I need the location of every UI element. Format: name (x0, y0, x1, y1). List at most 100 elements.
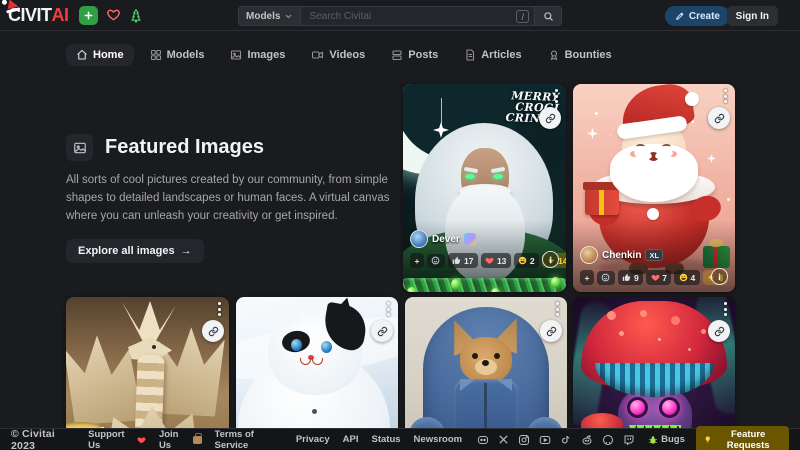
feature-requests-button[interactable]: Feature Requests (696, 426, 789, 450)
red-gift-box (585, 188, 619, 215)
card-menu-button[interactable] (724, 89, 727, 103)
bugs-link[interactable]: Bugs (648, 434, 685, 445)
tab-images[interactable]: Images (220, 44, 295, 66)
dragon-eye (152, 345, 156, 349)
main-nav: Home Models Images Videos Posts Articles… (66, 44, 622, 66)
copy-link-button[interactable] (202, 320, 224, 342)
dog-eye (472, 353, 478, 359)
discord-icon[interactable] (477, 434, 489, 446)
footer-link-join-us[interactable]: Join Us (159, 429, 202, 450)
footer-link-support-us[interactable]: Support Us (88, 429, 146, 450)
footer-link-privacy[interactable]: Privacy (296, 434, 330, 445)
image-card-cute-santa[interactable]: Chenkin XL + 9 7 4 8 i (573, 84, 735, 292)
santa-hat-pom (685, 92, 699, 106)
search-input[interactable] (301, 7, 516, 25)
copy-link-button[interactable] (708, 320, 730, 342)
copy-link-button[interactable] (371, 320, 393, 342)
youtube-icon[interactable] (539, 434, 551, 446)
article-document-icon (464, 49, 476, 61)
reaction-heart[interactable]: 7 (646, 270, 671, 285)
blue-eye (321, 341, 332, 353)
footer-link-terms[interactable]: Terms of Service (215, 429, 283, 450)
copy-link-button[interactable] (540, 320, 562, 342)
tiktok-icon[interactable] (560, 434, 572, 446)
card-menu-button[interactable] (555, 89, 558, 103)
quick-add-button[interactable] (79, 6, 98, 25)
dog-eye (494, 353, 500, 359)
card-menu-button[interactable] (556, 302, 559, 316)
holiday-tree-button[interactable] (129, 8, 143, 23)
create-button[interactable]: Create (665, 6, 730, 26)
link-icon (714, 113, 725, 124)
creator-row[interactable]: Dever (410, 230, 476, 248)
reddit-icon[interactable] (581, 434, 593, 446)
reaction-heart[interactable]: 13 (481, 253, 511, 268)
tab-label: Images (247, 49, 285, 61)
username: Dever (432, 234, 460, 245)
social-links (477, 434, 635, 446)
footer: © Civitai 2023 Support Us Join Us Terms … (0, 428, 800, 450)
reaction-thumbs-up[interactable]: 17 (448, 253, 478, 268)
sparkles (595, 112, 598, 115)
image-info-button[interactable]: i (711, 268, 728, 285)
tab-articles[interactable]: Articles (454, 44, 531, 66)
reaction-thumbs-up[interactable]: 9 (618, 270, 643, 285)
star-string (441, 98, 442, 124)
tab-bounties[interactable]: Bounties (538, 44, 622, 66)
link-icon (377, 326, 388, 337)
card-menu-button[interactable] (724, 302, 727, 316)
card-menu-button[interactable] (387, 302, 390, 316)
civitai-logo[interactable]: CIVITAI (8, 5, 69, 26)
search-category-value: Models (246, 11, 280, 22)
search-category-select[interactable]: Models (239, 7, 301, 25)
featured-description: All sorts of cool pictures created by ou… (66, 172, 408, 225)
instagram-icon[interactable] (518, 434, 530, 446)
follow-plus-button[interactable]: + (410, 253, 424, 268)
reaction-laugh[interactable]: 4 (674, 270, 699, 285)
reaction-bar: + 9 7 4 8 (580, 270, 728, 285)
plus-icon: + (415, 256, 420, 266)
follow-plus-button[interactable]: + (580, 270, 594, 285)
reaction-count: 14 (558, 256, 566, 266)
image-info-button[interactable]: i (542, 251, 559, 268)
image-card-wizard-santa[interactable]: MERRY CROGI CRINGE Dever + 17 (403, 84, 566, 292)
explore-all-images-button[interactable]: Explore all images → (66, 239, 204, 263)
tab-videos[interactable]: Videos (301, 44, 375, 66)
reaction-laugh[interactable]: 2 (514, 253, 539, 268)
card-menu-button[interactable] (218, 302, 221, 316)
thumbs-up-icon (622, 273, 631, 282)
reaction-count: 7 (662, 273, 667, 283)
add-reaction-button[interactable] (597, 271, 615, 285)
glowing-green-eye (465, 174, 475, 179)
featured-header: Featured Images (66, 134, 408, 161)
github-icon[interactable] (602, 434, 614, 446)
jacket-zipper (484, 383, 487, 431)
sign-in-button[interactable]: Sign In (727, 6, 778, 26)
tab-posts[interactable]: Posts (381, 44, 448, 66)
support-heart-button[interactable] (106, 8, 121, 22)
pink-eye (659, 397, 680, 418)
pink-eye (627, 397, 648, 418)
tab-home[interactable]: Home (66, 44, 134, 66)
tab-label: Models (167, 49, 205, 61)
footer-link-status[interactable]: Status (372, 434, 401, 445)
footer-link-api[interactable]: API (343, 434, 359, 445)
heart-icon (651, 273, 660, 282)
search-button[interactable] (534, 7, 561, 25)
footer-link-newsroom[interactable]: Newsroom (414, 434, 463, 445)
reaction-count: 2 (530, 256, 535, 266)
smiley-icon (431, 256, 440, 265)
x-twitter-icon[interactable] (498, 434, 509, 445)
twitch-icon[interactable] (623, 434, 635, 446)
copy-link-button[interactable] (539, 107, 561, 129)
models-grid-icon (150, 49, 162, 61)
creator-row[interactable]: Chenkin XL (580, 246, 663, 264)
sparkle-star (707, 154, 716, 163)
link-icon (714, 326, 725, 337)
closed-eye (636, 144, 645, 149)
username: Chenkin (602, 250, 641, 261)
add-reaction-button[interactable] (427, 254, 445, 268)
copy-link-button[interactable] (708, 107, 730, 129)
tab-models[interactable]: Models (140, 44, 215, 66)
reaction-count: 13 (497, 256, 506, 266)
